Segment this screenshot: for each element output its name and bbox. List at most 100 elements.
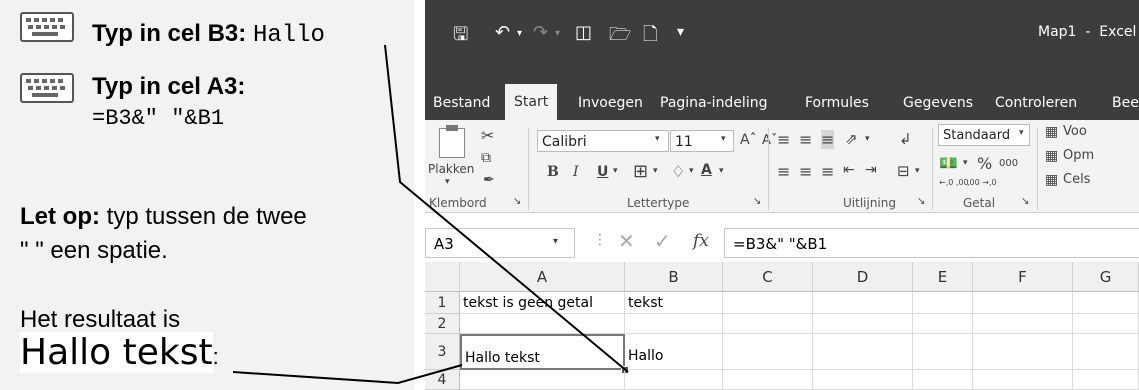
font-name-select[interactable]: Calibri [537, 130, 669, 152]
paste-label[interactable]: Plakken [428, 162, 474, 176]
cell-a2[interactable] [460, 314, 625, 334]
column-header-f[interactable]: F [973, 262, 1073, 292]
conditional-format-label[interactable]: Voo [1063, 124, 1087, 139]
cell-f2[interactable] [973, 314, 1073, 334]
increase-indent-icon[interactable]: ⇥ [865, 162, 877, 178]
undo-icon[interactable]: ↶ [495, 22, 510, 43]
decrease-indent-icon[interactable]: ⇤ [843, 162, 855, 178]
cell-f1[interactable] [973, 292, 1073, 314]
format-as-table-icon[interactable]: ▦ [1045, 148, 1058, 164]
cell-e2[interactable] [913, 314, 973, 334]
cell-e1[interactable] [913, 292, 973, 314]
open-folder-icon[interactable]: 🗁 [609, 22, 631, 52]
customize-quick-access-icon[interactable]: ▾ [677, 24, 684, 40]
underline-icon[interactable]: U [597, 164, 608, 180]
font-color-icon[interactable]: A [701, 162, 712, 178]
column-header-a[interactable]: A [460, 262, 625, 292]
align-center-icon[interactable]: ≡ [799, 162, 812, 181]
fill-color-icon[interactable]: ♢ [671, 162, 685, 181]
save-icon[interactable]: 🖫 [453, 22, 468, 52]
paste-dropdown-icon[interactable]: ▾ [445, 177, 450, 187]
currency-icon[interactable]: 💵 [939, 154, 958, 172]
cell-e4[interactable] [913, 370, 973, 390]
wrap-text-icon[interactable]: ↲ [899, 130, 912, 148]
select-all-corner[interactable] [425, 262, 460, 292]
row-header-4[interactable]: 4 [425, 370, 460, 390]
cut-icon[interactable]: ✂ [481, 126, 494, 145]
tab-start[interactable]: Start [505, 84, 558, 120]
column-header-e[interactable]: E [913, 262, 973, 292]
align-middle-icon[interactable]: ≡ [799, 130, 812, 149]
new-file-icon[interactable]: 🗋 [643, 22, 657, 52]
number-format-dropdown-icon[interactable]: ▾ [1019, 128, 1024, 138]
cell-g2[interactable] [1073, 314, 1139, 334]
formula-input[interactable]: =B3&" "&B1 [724, 228, 1139, 258]
increase-font-icon[interactable]: Aˆ [740, 132, 757, 148]
name-box-dropdown-icon[interactable]: ▾ [553, 236, 558, 247]
cell-c2[interactable] [723, 314, 813, 334]
cell-e3[interactable] [913, 334, 973, 370]
confirm-entry-icon[interactable]: ✓ [654, 229, 671, 253]
orientation-icon[interactable]: ⇗ [845, 130, 858, 148]
tab-invoegen[interactable]: Invoegen [578, 95, 643, 111]
redo-dropdown-icon[interactable]: ▾ [555, 28, 560, 39]
cell-c4[interactable] [723, 370, 813, 390]
percent-icon[interactable]: % [977, 154, 992, 173]
cell-f4[interactable] [973, 370, 1073, 390]
orientation-dropdown-icon[interactable]: ▾ [865, 134, 870, 144]
cell-g1[interactable] [1073, 292, 1139, 314]
getal-launcher-icon[interactable]: ↘ [1021, 196, 1029, 207]
paste-icon[interactable] [439, 125, 465, 158]
cell-a4[interactable] [460, 370, 625, 390]
tab-formules[interactable]: Formules [805, 95, 869, 111]
cell-d1[interactable] [813, 292, 913, 314]
tab-controleren[interactable]: Controleren [995, 95, 1077, 111]
merge-dropdown-icon[interactable]: ▾ [915, 166, 920, 176]
font-color-dropdown-icon[interactable]: ▾ [719, 166, 724, 176]
column-header-d[interactable]: D [813, 262, 913, 292]
cell-d2[interactable] [813, 314, 913, 334]
formula-bar-handle-icon[interactable]: ⋮ [593, 232, 607, 248]
cell-b2[interactable] [625, 314, 723, 334]
insert-function-icon[interactable]: fx [693, 231, 709, 251]
cell-b3[interactable]: Hallo [625, 334, 723, 370]
conditional-format-icon[interactable]: ▦ [1045, 124, 1058, 140]
cell-c3[interactable] [723, 334, 813, 370]
copy-icon[interactable]: ⧉ [481, 150, 491, 166]
cell-c1[interactable] [723, 292, 813, 314]
border-icon[interactable]: ⊞ [633, 161, 648, 182]
cell-d4[interactable] [813, 370, 913, 390]
cell-g4[interactable] [1073, 370, 1139, 390]
fill-color-dropdown-icon[interactable]: ▾ [689, 166, 694, 176]
cell-styles-label[interactable]: Cels [1063, 172, 1090, 187]
align-bottom-icon[interactable]: ≡ [821, 130, 835, 149]
column-header-g[interactable]: G [1073, 262, 1139, 292]
cancel-entry-icon[interactable]: ✕ [618, 229, 635, 253]
row-header-2[interactable]: 2 [425, 314, 460, 334]
column-header-b[interactable]: B [625, 262, 723, 292]
save-as-icon[interactable]: ◫ [575, 22, 592, 43]
border-dropdown-icon[interactable]: ▾ [653, 166, 658, 176]
decrease-decimal-icon[interactable]: ,00 →,0 [967, 178, 997, 187]
cell-f3[interactable] [973, 334, 1073, 370]
tab-pagina-indeling[interactable]: Pagina-indeling [660, 95, 767, 111]
tab-bestand[interactable]: Bestand [433, 95, 490, 111]
underline-dropdown-icon[interactable]: ▾ [613, 166, 618, 176]
align-right-icon[interactable]: ≡ [821, 162, 834, 181]
lettertype-launcher-icon[interactable]: ↘ [753, 196, 761, 207]
format-as-table-label[interactable]: Opm [1063, 148, 1094, 163]
align-left-icon[interactable]: ≡ [777, 162, 790, 181]
cell-a3[interactable]: Hallo tekst [460, 334, 625, 370]
cell-b4[interactable] [625, 370, 723, 390]
row-header-3[interactable]: 3 [425, 334, 460, 370]
align-top-icon[interactable]: ≡ [777, 130, 790, 149]
thousands-separator-icon[interactable]: 000 [999, 158, 1018, 169]
merge-center-icon[interactable]: ⊟ [897, 162, 910, 180]
cell-a1[interactable]: tekst is geen getal [460, 292, 625, 314]
font-name-dropdown-icon[interactable]: ▾ [655, 134, 660, 144]
decrease-font-icon[interactable]: Aˇ [762, 133, 777, 148]
increase-decimal-icon[interactable]: ←,0 ,00 [939, 178, 969, 187]
cell-g3[interactable] [1073, 334, 1139, 370]
klembord-launcher-icon[interactable]: ↘ [513, 196, 521, 207]
tab-beeld[interactable]: Bee [1112, 95, 1139, 111]
